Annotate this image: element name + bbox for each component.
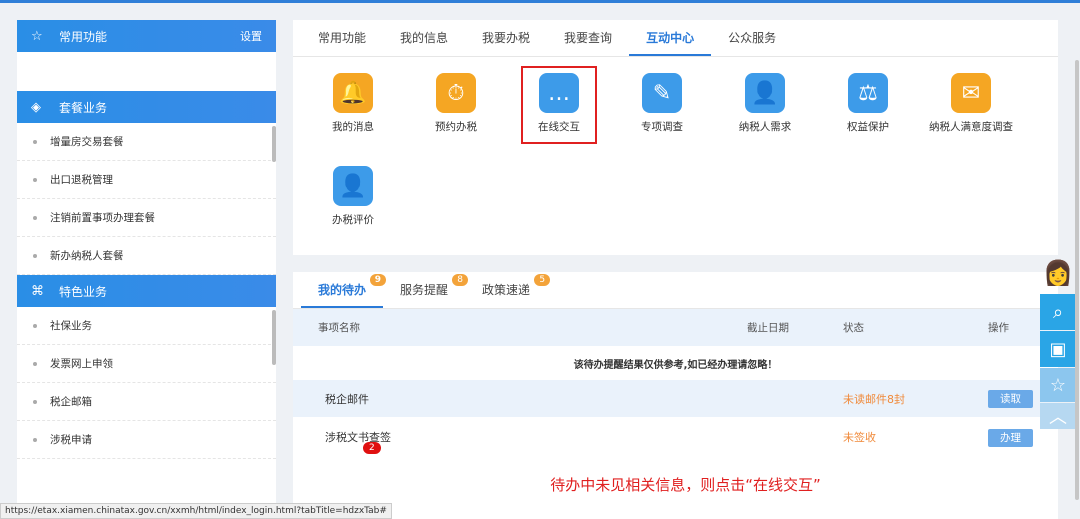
stopwatch-icon: ⏱ [436, 73, 476, 113]
todo-panel: 我的待办 9 服务提醒 8 政策速递 5 事项名称 截止日期 状态 操作 该待办提醒结果仅供… [293, 272, 1058, 519]
app-edit[interactable]: ✎ 专项调查 [612, 73, 712, 134]
app-label: 纳税人满意度调查 [929, 121, 1013, 133]
book-icon[interactable]: ▣ [1040, 331, 1076, 367]
user-idea-icon: 👤 [745, 73, 785, 113]
tab-public[interactable]: 公众服务 [711, 20, 793, 56]
app-label: 我的消息 [332, 121, 374, 133]
top-tabs: 常用功能 我的信息 我要办税 我要查询 互动中心 公众服务 [293, 20, 1058, 57]
tab-service-reminder[interactable]: 服务提醒 8 [383, 272, 469, 308]
scrollbar[interactable] [272, 126, 276, 162]
tab-tax[interactable]: 我要办税 [465, 20, 547, 56]
sidebar-item[interactable]: 注销前置事项办理套餐 [17, 199, 276, 237]
status-bar-url: https://etax.xiamen.chinatax.gov.cn/xxmh… [0, 503, 392, 519]
app-gavel[interactable]: ⚖ 权益保护 [818, 73, 918, 134]
search-doc-icon[interactable]: ⌕ [1040, 294, 1076, 330]
top-bar [0, 0, 1080, 3]
app-label: 专项调查 [641, 121, 683, 133]
tab-query[interactable]: 我要查询 [547, 20, 629, 56]
page-scrollbar[interactable] [1075, 60, 1079, 500]
mail-heart-icon: ✉ [951, 73, 991, 113]
star-icon: ☆ [31, 28, 43, 44]
app-label: 预约办税 [435, 121, 477, 133]
sidebar-item[interactable]: 发票网上申领 [17, 345, 276, 383]
layers-icon: ◈ [31, 99, 41, 115]
app-user-idea[interactable]: 👤 纳税人需求 [715, 73, 815, 134]
star-icon[interactable]: ☆ [1040, 368, 1076, 402]
table-row: 涉税文书查签 2 未签收 办理 [293, 417, 1058, 457]
highlight-box [521, 66, 597, 144]
user-edit-icon: 👤 [333, 166, 373, 206]
app-stopwatch[interactable]: ⏱ 预约办税 [406, 73, 506, 134]
package-header: ◈ 套餐业务 [17, 91, 276, 123]
settings-link[interactable]: 设置 [240, 28, 262, 44]
todo-tabs: 我的待办 9 服务提醒 8 政策速递 5 [293, 272, 1058, 309]
handle-button[interactable]: 办理 [988, 428, 1033, 447]
count-badge: 5 [534, 274, 551, 286]
table-header: 事项名称 截止日期 状态 操作 [293, 309, 1058, 346]
count-badge: 2 [363, 442, 381, 454]
scrollbar[interactable] [272, 310, 276, 365]
edit-icon: ✎ [642, 73, 682, 113]
package-title: 套餐业务 [59, 100, 108, 115]
doc-link[interactable]: 涉税文书查签 [325, 431, 391, 444]
annotation-text: 待办中未见相关信息，则点击“在线交互” [550, 476, 821, 494]
bell-icon: 🔔 [333, 73, 373, 113]
table-row: 税企邮件 未读邮件8封 读取 [293, 380, 1058, 417]
grid-icon: ⌘ [31, 283, 44, 299]
sidebar-item[interactable]: 出口退税管理 [17, 161, 276, 199]
app-label: 办税评价 [332, 214, 374, 226]
sidebar: ☆ 常用功能 设置 ◈ 套餐业务 增量房交易套餐 出口退税管理 注销前置事项办理… [17, 20, 276, 519]
app-user-edit[interactable]: 👤 办税评价 [303, 166, 403, 227]
app-label: 纳税人需求 [738, 121, 792, 133]
interaction-panel: 常用功能 我的信息 我要办税 我要查询 互动中心 公众服务 🔔 我的消息 ⏱ 预约办税… [293, 20, 1058, 255]
sidebar-item[interactable]: 税企邮箱 [17, 383, 276, 421]
back-to-top-icon[interactable]: ︿ [1040, 403, 1076, 429]
special-title: 特色业务 [59, 284, 108, 299]
common-functions-title: 常用功能 [59, 29, 108, 44]
sidebar-item[interactable]: 涉税申请 [17, 421, 276, 459]
app-label: 权益保护 [847, 121, 889, 133]
app-mail-heart[interactable]: ✉ 纳税人满意度调查 [921, 73, 1021, 134]
tab-common[interactable]: 常用功能 [301, 20, 383, 56]
gavel-icon: ⚖ [848, 73, 888, 113]
sidebar-item[interactable]: 社保业务 [17, 307, 276, 345]
read-button[interactable]: 读取 [988, 390, 1033, 408]
assistant-avatar[interactable]: 👩 [1040, 255, 1076, 291]
notice: 该待办提醒结果仅供参考,如已经办理请忽略！ [573, 359, 778, 371]
sidebar-item[interactable]: 新办纳税人套餐 [17, 237, 276, 275]
app-bell[interactable]: 🔔 我的消息 [303, 73, 403, 134]
sidebar-item[interactable]: 增量房交易套餐 [17, 123, 276, 161]
special-header: ⌘ 特色业务 [17, 275, 276, 307]
common-functions-header: ☆ 常用功能 设置 [17, 20, 276, 52]
tab-my-info[interactable]: 我的信息 [383, 20, 465, 56]
tab-interaction-center[interactable]: 互动中心 [629, 20, 712, 56]
tab-my-todo[interactable]: 我的待办 9 [301, 272, 387, 308]
tab-policy[interactable]: 政策速递 5 [465, 272, 551, 308]
